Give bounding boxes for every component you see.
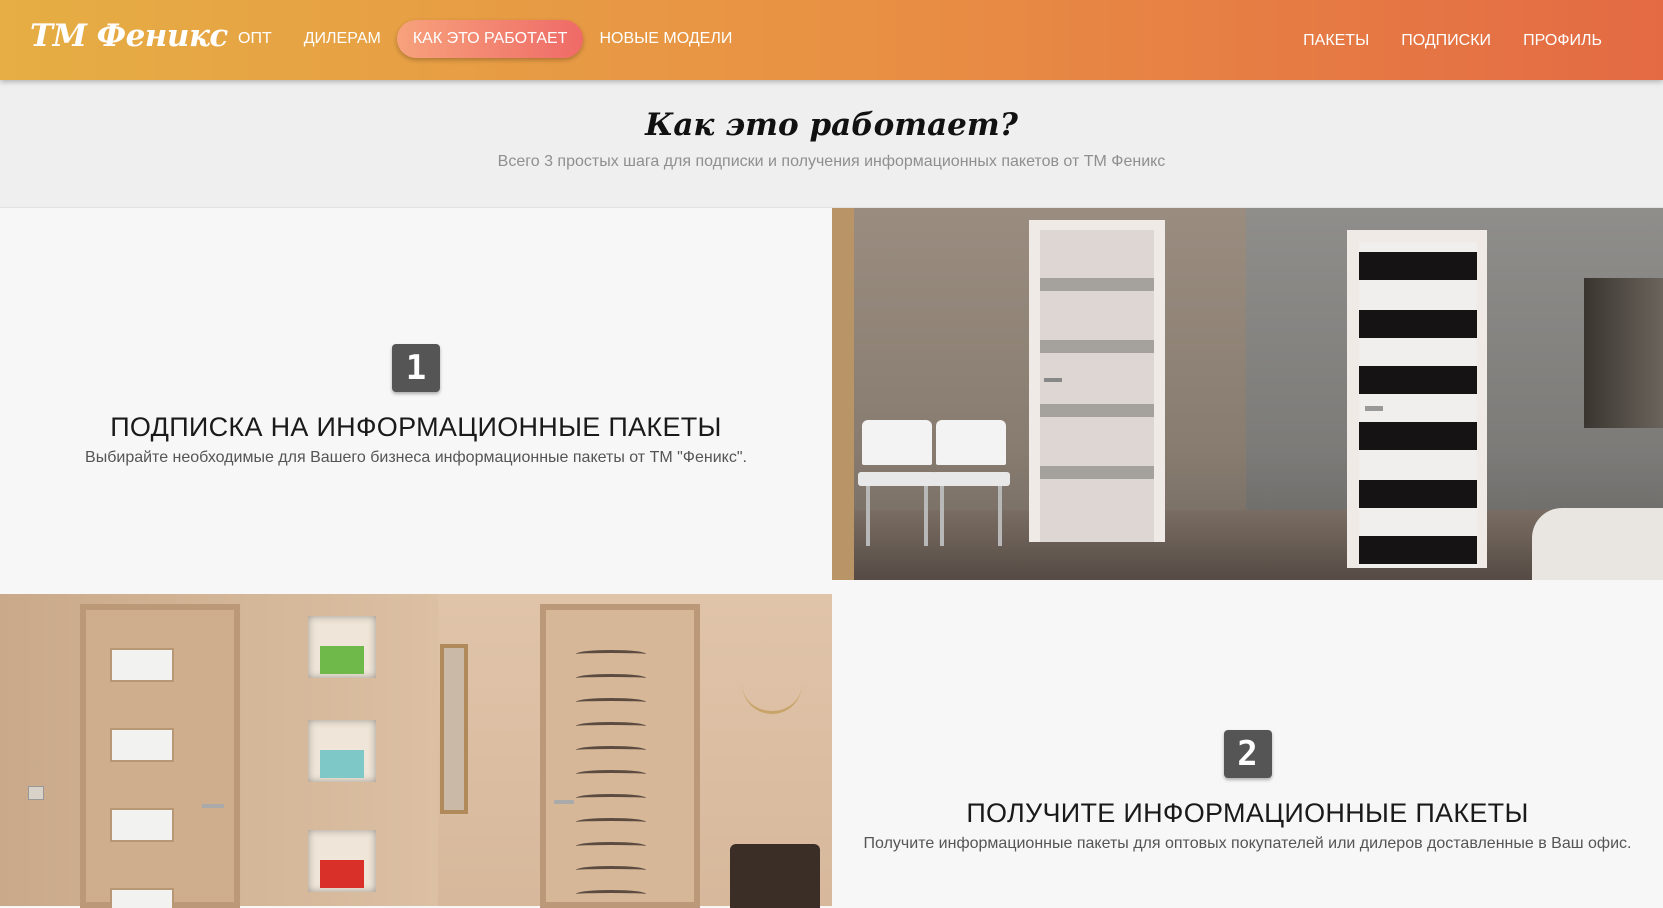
step-2-title: ПОЛУЧИТЕ ИНФОРМАЦИОННЫЕ ПАКЕТЫ [966,798,1529,828]
wall-niche-3 [308,830,376,892]
door-glass-left [80,604,240,908]
nav-link-subscriptions[interactable]: ПОДПИСКИ [1385,22,1507,60]
door-handle-icon [202,804,224,808]
hero-section: Как это работает? Всего 3 простых шага д… [0,80,1663,208]
armchair [1532,508,1663,580]
nav-link-profile[interactable]: ПРОФИЛЬ [1507,22,1618,60]
nav-link-new-models[interactable]: НОВЫЕ МОДЕЛИ [583,20,748,58]
step-1-photo [832,208,1663,580]
door-left [1040,230,1154,542]
wall-niche-1 [308,616,376,678]
side-table [730,844,820,908]
wall-painting [1584,278,1663,428]
wood-panel [832,208,854,580]
brand-logo[interactable]: ТМ Феникс [30,18,228,54]
step-2-description: Получите информационные пакеты для оптов… [863,835,1632,852]
step-1-block: 1 ПОДПИСКА НА ИНФОРМАЦИОННЫЕ ПАКЕТЫ Выби… [0,208,832,594]
door-handle-icon [1365,406,1383,411]
step-1-description: Выбирайте необходимые для Вашего бизнеса… [85,449,747,466]
light-switch-icon [28,786,44,800]
door-right [1359,242,1477,568]
mirror [440,644,468,814]
nav-link-dealers[interactable]: ДИЛЕРАМ [288,20,397,58]
top-navbar: ТМ Феникс ОПТ ДИЛЕРАМ КАК ЭТО РАБОТАЕТ Н… [0,0,1663,80]
nav-left-menu: ОПТ ДИЛЕРАМ КАК ЭТО РАБОТАЕТ НОВЫЕ МОДЕЛ… [222,20,748,58]
door-handle-icon [554,800,574,804]
step-1-title: ПОДПИСКА НА ИНФОРМАЦИОННЫЕ ПАКЕТЫ [110,412,722,442]
nav-right-menu: ПАКЕТЫ ПОДПИСКИ ПРОФИЛЬ [1287,22,1618,60]
door-handle-icon [1044,378,1062,382]
step-2-block: 2 ПОЛУЧИТЕ ИНФОРМАЦИОННЫЕ ПАКЕТЫ Получит… [832,594,1663,908]
step-2-badge: 2 [1223,730,1272,778]
step-2-photo [0,594,832,908]
nav-link-how-it-works[interactable]: КАК ЭТО РАБОТАЕТ [396,20,584,58]
wall-niche-2 [308,720,376,782]
nav-link-opt[interactable]: ОПТ [222,20,288,58]
step-1-badge: 1 [392,344,440,392]
door-wave-right [540,604,700,908]
page-title: Как это работает? [645,107,1018,143]
nav-link-packages[interactable]: ПАКЕТЫ [1287,22,1385,60]
page-subtitle: Всего 3 простых шага для подписки и полу… [497,153,1166,170]
